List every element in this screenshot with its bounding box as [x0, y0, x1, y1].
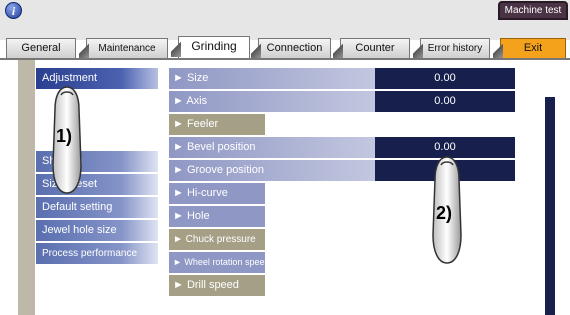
machine-test-button[interactable]: Machine test — [498, 1, 568, 20]
param-row-bevel-position: ► Bevel position 0.00 — [161, 137, 521, 158]
param-label-feeler[interactable]: ► Feeler — [169, 114, 265, 135]
param-label-hole[interactable]: ► Hole — [169, 206, 265, 227]
tab-grinding[interactable]: Grinding — [171, 36, 250, 58]
tab-notch — [79, 39, 89, 59]
param-label-groove-position[interactable]: ► Groove position — [169, 160, 379, 181]
tab-connection[interactable]: Connection — [251, 38, 331, 59]
param-row-wheel-rotation-speed: ► Wheel rotation speed — [161, 252, 521, 273]
menu-item-label: Process performance — [42, 248, 138, 259]
callout-label-1: 1) — [56, 126, 73, 146]
param-value-size[interactable]: 0.00 — [375, 68, 515, 89]
tab-label: Grinding — [191, 39, 237, 53]
menu-item-label: Adjustment — [42, 72, 98, 84]
param-value-axis[interactable]: 0.00 — [375, 91, 515, 112]
menu-item-default-setting[interactable]: Default setting — [36, 197, 158, 218]
tab-label: Counter — [355, 42, 395, 54]
param-label-size[interactable]: ► Size — [169, 68, 379, 89]
exit-button[interactable]: Exit — [493, 38, 566, 59]
menu-item-process-performance[interactable]: Process performance — [36, 243, 158, 264]
tab-notch — [493, 39, 503, 59]
menu-item-jewel-hole-size[interactable]: Jewel hole size — [36, 220, 158, 241]
menu-item-label: Default setting — [42, 201, 113, 213]
tab-general[interactable]: General — [6, 38, 76, 58]
tab-label: Exit — [523, 42, 543, 54]
tab-maintenance[interactable]: Maintenance — [79, 38, 168, 59]
param-label-bevel-position[interactable]: ► Bevel position — [169, 137, 379, 158]
param-row-feeler: ► Feeler — [161, 114, 521, 135]
tab-notch — [413, 39, 423, 59]
param-label-chuck-pressure[interactable]: ► Chuck pressure — [169, 229, 265, 250]
param-row-size: ► Size 0.00 — [161, 68, 521, 89]
tab-error-history[interactable]: Error history — [413, 38, 490, 59]
menu-item-label: Jewel hole size — [42, 224, 117, 236]
param-label-axis[interactable]: ► Axis — [169, 91, 379, 112]
tab-notch — [171, 37, 181, 57]
param-row-groove-position: ► Groove position — [161, 160, 521, 181]
param-row-chuck-pressure: ► Chuck pressure — [161, 229, 521, 250]
param-row-hi-curve: ► Hi-curve — [161, 183, 521, 204]
parameter-list: ► Size 0.00 ► Axis 0.00 ► Feeler ► Bevel… — [161, 68, 521, 298]
tab-label: Maintenance — [98, 43, 156, 54]
tab-label: Error history — [427, 43, 483, 54]
callout-label-2: 2) — [436, 203, 453, 223]
tab-counter[interactable]: Counter — [333, 38, 410, 59]
tab-label: General — [21, 42, 61, 54]
tab-bar: General Maintenance Grinding Connection … — [0, 20, 570, 60]
param-label-hi-curve[interactable]: ► Hi-curve — [169, 183, 265, 204]
param-row-drill-speed: ► Drill speed — [161, 275, 521, 296]
param-label-drill-speed[interactable]: ► Drill speed — [169, 275, 265, 296]
tab-notch — [251, 39, 261, 59]
scrollbar[interactable] — [545, 97, 555, 315]
tab-notch — [333, 39, 343, 59]
left-edge-bar — [18, 60, 35, 315]
param-row-hole: ► Hole — [161, 206, 521, 227]
bottom-strip — [36, 302, 536, 315]
info-icon[interactable]: i — [5, 2, 22, 19]
tab-label: Connection — [266, 42, 323, 54]
param-label-wheel-rotation-speed[interactable]: ► Wheel rotation speed — [169, 252, 269, 273]
param-row-axis: ► Axis 0.00 — [161, 91, 521, 112]
